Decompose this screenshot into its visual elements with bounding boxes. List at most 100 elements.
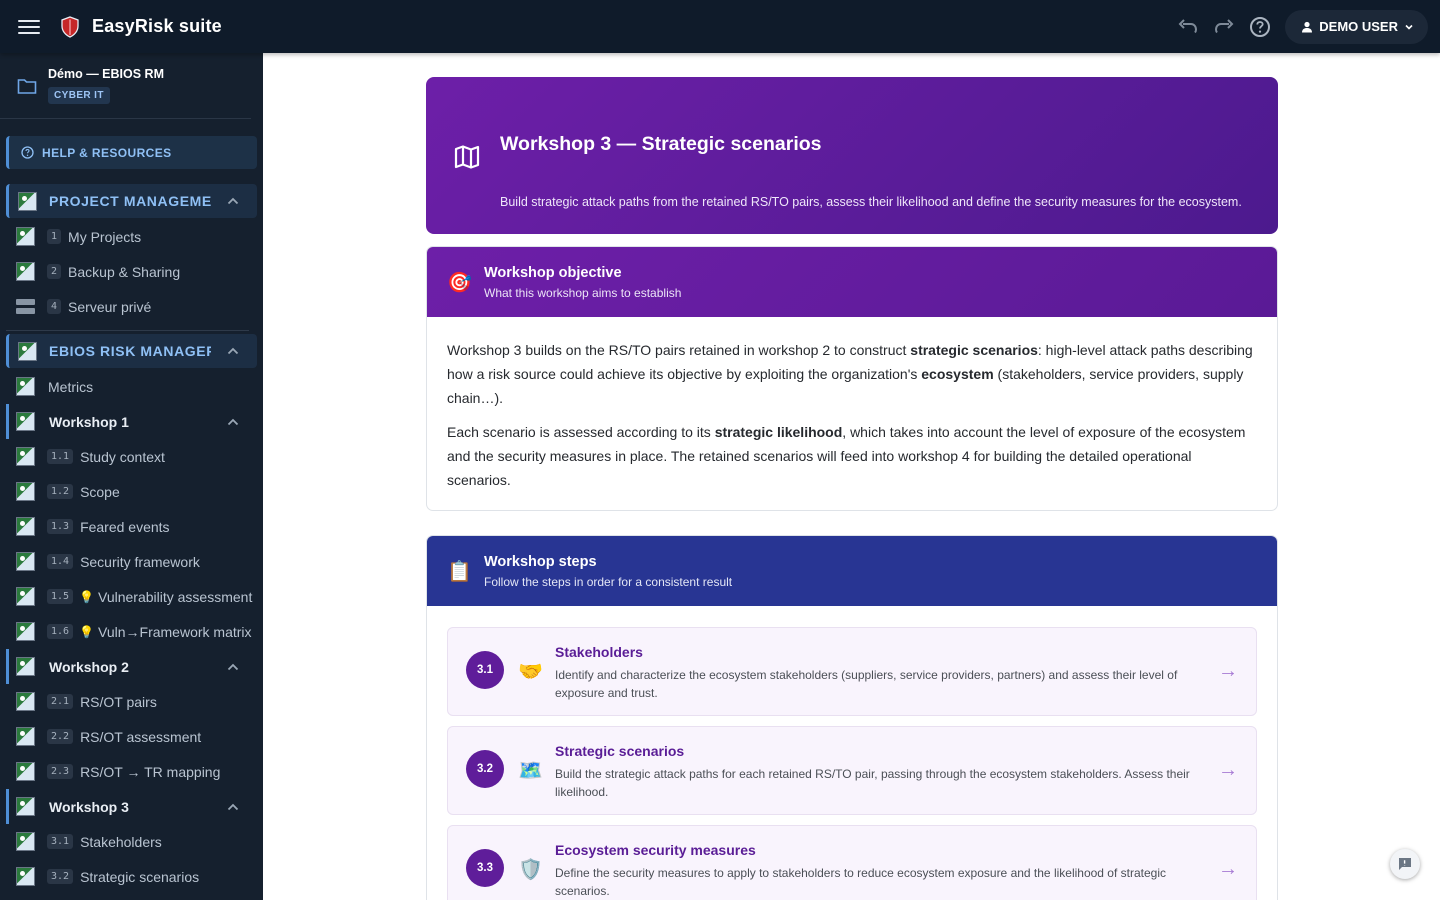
- item-image-icon: [16, 727, 35, 746]
- item-number: 3.1: [47, 834, 74, 849]
- item-image-icon: [16, 227, 35, 246]
- sidebar-item-vulnerability-assessment[interactable]: 1.5 💡 Vulnerability assessment: [0, 579, 263, 614]
- menu-icon[interactable]: [18, 19, 40, 34]
- sidebar-item-metrics[interactable]: Metrics: [0, 369, 263, 404]
- item-number: 1.5: [47, 589, 74, 604]
- item-image-icon: [16, 762, 35, 781]
- user-menu-button[interactable]: DEMO USER: [1285, 9, 1428, 44]
- feedback-chat-button[interactable]: [1390, 849, 1420, 879]
- sidebar-item-strategic-scenarios[interactable]: 3.2 Strategic scenarios: [0, 859, 263, 894]
- arrow-right-icon: →: [1218, 759, 1238, 781]
- sidebar-item-study-context[interactable]: 1.1 Study context: [0, 439, 263, 474]
- step-card-stakeholders[interactable]: 3.1 🤝 Stakeholders Identify and characte…: [447, 627, 1257, 716]
- item-label: RS/OT pairs: [80, 693, 157, 710]
- shield-logo-icon: [61, 15, 79, 38]
- chevron-down-icon: [1405, 24, 1413, 30]
- section-project-management[interactable]: PROJECT MANAGEMEN: [6, 184, 257, 218]
- item-label: Stakeholders: [80, 833, 162, 850]
- item-label: Serveur privé: [68, 298, 152, 315]
- arrow-right-icon: →: [1218, 660, 1238, 682]
- objective-title: Workshop objective: [484, 264, 622, 281]
- item-number: 2.1: [47, 694, 74, 709]
- workshop-image-icon: [16, 412, 35, 431]
- top-app-bar: EasyRisk suite DEMO USER: [0, 0, 1440, 53]
- item-number: 1.6: [47, 624, 74, 639]
- item-number: 1.2: [47, 484, 74, 499]
- item-image-icon: [16, 552, 35, 571]
- page-subtitle: Build strategic attack paths from the re…: [500, 195, 1242, 209]
- item-label: Strategic scenarios: [80, 868, 200, 885]
- lightbulb-icon: 💡: [79, 624, 95, 639]
- item-image-icon: [16, 482, 35, 501]
- item-number: 1.4: [47, 554, 74, 569]
- redo-icon[interactable]: [1213, 16, 1235, 38]
- item-image-icon: [16, 262, 35, 281]
- chevron-up-icon: [227, 663, 239, 670]
- current-project[interactable]: Démo — EBIOS RM CYBER IT: [0, 53, 251, 119]
- sidebar-workshop-3[interactable]: Workshop 3: [6, 789, 257, 824]
- workshop-hero-banner: Workshop 3 — Strategic scenarios Build s…: [426, 77, 1278, 234]
- project-name: Démo — EBIOS RM: [48, 67, 164, 81]
- sidebar-item-my-projects[interactable]: 1 My Projects: [0, 219, 263, 254]
- workshop-label: Workshop 2: [49, 658, 129, 675]
- item-label: Scope: [80, 483, 120, 500]
- item-label: RS/OT → TR mapping: [80, 763, 221, 780]
- chevron-up-icon: [227, 347, 239, 355]
- sidebar-item-security-framework[interactable]: 1.4 Security framework: [0, 544, 263, 579]
- item-label: Study context: [80, 448, 165, 465]
- step-number-badge: 3.3: [466, 849, 504, 887]
- sidebar-item-private-server[interactable]: 4 Serveur privé: [0, 289, 263, 324]
- section-image-icon: [18, 191, 37, 211]
- help-resources-button[interactable]: HELP & RESOURCES: [6, 136, 257, 169]
- step-card-strategic-scenarios[interactable]: 3.2 🗺️ Strategic scenarios Build the str…: [447, 726, 1257, 815]
- section-ebios-risk-manager[interactable]: EBIOS RISK MANAGER: [6, 334, 257, 368]
- project-tag: CYBER IT: [48, 87, 110, 104]
- main-content: Workshop 3 — Strategic scenarios Build s…: [263, 53, 1440, 900]
- section-label: PROJECT MANAGEMEN: [49, 193, 211, 209]
- step-description: Build the strategic attack paths for eac…: [555, 767, 1190, 799]
- app-title: EasyRisk suite: [92, 16, 222, 36]
- sidebar-item-scope[interactable]: 1.2 Scope: [0, 474, 263, 509]
- objective-card-header: 🎯 Workshop objective What this workshop …: [427, 247, 1277, 317]
- item-label: Metrics: [48, 378, 94, 395]
- sidebar-item-stakeholders[interactable]: 3.1 Stakeholders: [0, 824, 263, 859]
- step-number-badge: 3.1: [466, 651, 504, 689]
- sidebar: Démo — EBIOS RM CYBER IT HELP & RESOURCE…: [0, 53, 263, 900]
- shield-icon: 🛡️: [518, 859, 543, 881]
- undo-icon[interactable]: [1177, 16, 1199, 38]
- item-number: 1.1: [47, 449, 74, 464]
- help-resources-label: HELP & RESOURCES: [42, 145, 172, 160]
- item-number: 2.3: [47, 764, 74, 779]
- objective-body: Workshop 3 builds on the RS/TO pairs ret…: [427, 317, 1277, 510]
- sidebar-item-vuln-framework-matrix[interactable]: 1.6 💡 Vuln→Framework matrix: [0, 614, 263, 649]
- item-number: 1.3: [47, 519, 74, 534]
- step-description: Identify and characterize the ecosystem …: [555, 668, 1178, 700]
- section-image-icon: [18, 341, 37, 361]
- person-icon: [1302, 21, 1313, 32]
- item-label: Feared events: [80, 518, 170, 535]
- step-description: Define the security measures to apply to…: [555, 866, 1166, 898]
- help-icon[interactable]: [1249, 16, 1271, 38]
- sidebar-workshop-2[interactable]: Workshop 2: [6, 649, 257, 684]
- chevron-up-icon: [227, 418, 239, 425]
- item-image-icon: [16, 587, 35, 606]
- folder-icon: [17, 78, 37, 94]
- sidebar-item-rs-ot-tr-mapping[interactable]: 2.3 RS/OT → TR mapping: [0, 754, 263, 789]
- step-card-ecosystem-security-measures[interactable]: 3.3 🛡️ Ecosystem security measures Defin…: [447, 825, 1257, 900]
- item-label: My Projects: [68, 228, 142, 245]
- workshop-label: Workshop 1: [49, 413, 129, 430]
- lightbulb-icon: 💡: [79, 589, 95, 604]
- sidebar-item-rs-ot-assessment[interactable]: 2.2 RS/OT assessment: [0, 719, 263, 754]
- item-image-icon: [16, 692, 35, 711]
- sidebar-workshop-1[interactable]: Workshop 1: [6, 404, 257, 439]
- steps-subtitle: Follow the steps in order for a consiste…: [484, 574, 733, 589]
- item-label: Backup & Sharing: [68, 263, 181, 280]
- sidebar-item-rs-ot-pairs[interactable]: 2.1 RS/OT pairs: [0, 684, 263, 719]
- server-icon: [16, 297, 35, 316]
- step-title: Stakeholders: [555, 644, 643, 660]
- sidebar-item-backup-sharing[interactable]: 2 Backup & Sharing: [0, 254, 263, 289]
- user-name: DEMO USER: [1319, 19, 1398, 34]
- item-image-icon: [16, 517, 35, 536]
- item-label: Vulnerability assessment: [98, 588, 253, 605]
- sidebar-item-feared-events[interactable]: 1.3 Feared events: [0, 509, 263, 544]
